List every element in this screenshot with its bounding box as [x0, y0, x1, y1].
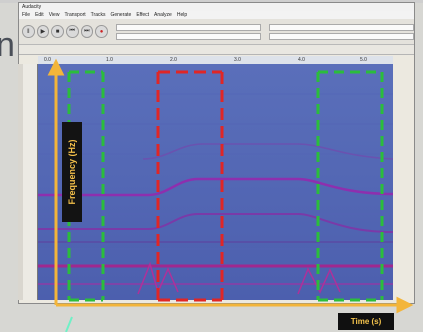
green-region-right — [316, 70, 384, 302]
frequency-axis-arrow — [47, 58, 65, 305]
red-region — [156, 70, 224, 302]
pointer-arrow — [65, 316, 73, 332]
time-axis-label: Time (s) — [338, 313, 394, 330]
frequency-axis-label: Frequency (Hz) — [62, 122, 82, 222]
